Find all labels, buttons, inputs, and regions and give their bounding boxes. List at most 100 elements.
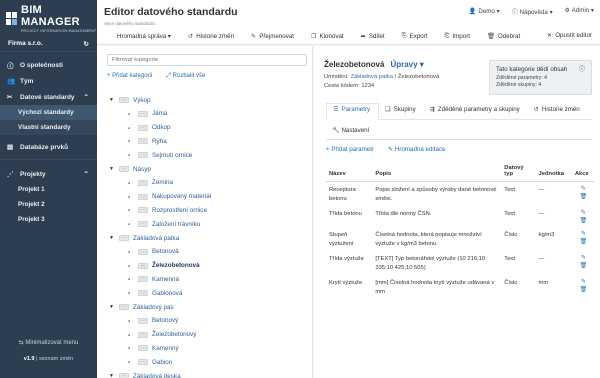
firm-selector[interactable]: Firma s.r.o. ↻ bbox=[0, 36, 97, 52]
edit-icon[interactable]: ✎ bbox=[581, 186, 586, 192]
tab-inherited[interactable]: ⇶ Zděděné parametry a skupiny bbox=[424, 103, 528, 119]
node-menu-button[interactable]: ··· bbox=[119, 235, 129, 241]
node-menu-button[interactable]: ··· bbox=[138, 262, 148, 269]
tree-item[interactable]: ● ··· Gabion bbox=[128, 356, 172, 368]
admin-menu[interactable]: ⚙ Admin ▾ bbox=[565, 7, 594, 16]
tree-item[interactable]: ● ··· Železobetonová bbox=[128, 260, 200, 272]
node-menu-button[interactable]: ··· bbox=[138, 152, 148, 159]
tree-item[interactable]: ● ··· Rozprostření ornice bbox=[128, 204, 207, 216]
history-button[interactable]: ↺ Historie změn bbox=[188, 32, 234, 40]
tree-item[interactable]: ● ··· Betonová bbox=[128, 246, 179, 258]
chevron-down-icon[interactable]: ▼ bbox=[109, 235, 119, 241]
sidebar-item-company[interactable]: ⓘ O společnosti bbox=[0, 57, 97, 73]
tree-item[interactable]: ● ··· Založení trávníku bbox=[128, 218, 200, 230]
share-button[interactable]: ➦ Sdílet bbox=[361, 32, 385, 40]
node-menu-button[interactable]: ··· bbox=[119, 166, 129, 172]
node-menu-button[interactable]: ··· bbox=[138, 359, 148, 366]
node-menu-button[interactable]: ··· bbox=[138, 290, 148, 297]
edit-icon[interactable]: ✎ bbox=[581, 255, 586, 261]
trash-icon[interactable]: 🗑 bbox=[580, 239, 588, 245]
add-parameter-button[interactable]: + Přidat parametr bbox=[326, 146, 374, 153]
tab-settings[interactable]: 🔧 Nastavení bbox=[332, 126, 369, 134]
export-button[interactable]: ⎘ Export bbox=[402, 32, 428, 40]
logo[interactable]: BIM MANAGER PROJECT INFORMATION MANAGEME… bbox=[0, 0, 97, 36]
tree-group[interactable]: ▼ ··· Základový pas bbox=[109, 301, 174, 313]
tree-item[interactable]: ● ··· Odkop bbox=[128, 122, 171, 134]
tree-item[interactable]: ● ··· Rýha bbox=[128, 135, 167, 147]
exit-editor-button[interactable]: ✕ Opustit editor bbox=[547, 32, 592, 39]
tab-history[interactable]: ↺ Historie změn bbox=[528, 103, 588, 119]
tree-group[interactable]: ▼ ··· Násyp bbox=[109, 163, 151, 175]
expand-all-button[interactable]: ⤢ Rozbalit vše bbox=[166, 73, 205, 80]
trash-icon[interactable]: 🗑 bbox=[580, 287, 588, 293]
node-menu-button[interactable]: ··· bbox=[119, 97, 129, 103]
chevron-down-icon[interactable]: ▼ bbox=[109, 373, 119, 378]
tree-item[interactable]: ● ··· Betonový bbox=[128, 315, 178, 327]
node-menu-button[interactable]: ··· bbox=[119, 373, 129, 378]
clone-button[interactable]: ❐ Klonovat bbox=[311, 32, 344, 40]
refresh-icon[interactable]: ↻ bbox=[84, 40, 89, 48]
node-menu-button[interactable]: ··· bbox=[138, 179, 148, 186]
remove-button[interactable]: 🗑 Odebrat bbox=[487, 32, 520, 41]
node-menu-button[interactable]: ··· bbox=[138, 317, 148, 324]
bulk-manage-button[interactable]: Hromadná správa ▾ bbox=[117, 32, 171, 40]
bulk-edit-button[interactable]: ✎ Hromadná editace bbox=[388, 146, 445, 153]
sidebar-item-custom-standards[interactable]: Vlastní standardy bbox=[0, 120, 97, 135]
node-menu-button[interactable]: ··· bbox=[138, 124, 148, 131]
node-menu-button[interactable]: ··· bbox=[119, 304, 129, 310]
node-menu-button[interactable]: ··· bbox=[138, 193, 148, 200]
tree-group[interactable]: ▼ ··· Základová deska bbox=[109, 370, 181, 378]
import-button[interactable]: ⎗ Import bbox=[444, 32, 470, 40]
changelog-link[interactable]: seznam změn bbox=[39, 356, 73, 362]
node-menu-button[interactable]: ··· bbox=[138, 331, 148, 338]
tree-group[interactable]: ▼ ··· Základová patka bbox=[109, 232, 179, 244]
node-menu-button[interactable]: ··· bbox=[138, 110, 148, 117]
help-menu[interactable]: ⓘ Nápověda ▾ bbox=[512, 7, 553, 16]
sidebar-item-team[interactable]: 👥 Tým bbox=[0, 73, 97, 89]
tab-groups[interactable]: ❏ Skupiny bbox=[379, 103, 424, 119]
node-menu-button[interactable]: ··· bbox=[138, 221, 148, 228]
sidebar-item-project-1[interactable]: Projekt 1 bbox=[0, 182, 97, 197]
table-row[interactable]: Krytí výztuže [mm] Číselná hodnota krytí … bbox=[326, 275, 594, 299]
tree-item[interactable]: ● ··· Jáma bbox=[128, 108, 167, 120]
category-filter-input[interactable] bbox=[107, 54, 307, 66]
trash-icon[interactable]: 🗑 bbox=[580, 263, 588, 269]
table-row[interactable]: Třída výztuže [TEXT] Typ betonářské výztu… bbox=[326, 251, 594, 275]
sidebar-item-database[interactable]: ▤ Databáze prvků bbox=[0, 139, 97, 155]
chevron-down-icon[interactable]: ▼ bbox=[109, 97, 119, 103]
tree-item[interactable]: ● ··· Železobetonový bbox=[128, 329, 196, 341]
demo-menu[interactable]: 👤 Demo ▾ bbox=[469, 7, 500, 16]
node-menu-button[interactable]: ··· bbox=[138, 248, 148, 255]
table-row[interactable]: Stupeň vyztužení Číselná hodnota, která p… bbox=[326, 227, 594, 251]
tree-item[interactable]: ● ··· Nakupovaný materiál bbox=[128, 191, 211, 203]
tree-item[interactable]: ● ··· Gabionová bbox=[128, 287, 182, 299]
table-row[interactable]: Třída betonu Třída dle normy ČSN. Text — ✎ 🗑 bbox=[326, 206, 594, 227]
node-menu-button[interactable]: ··· bbox=[138, 345, 148, 352]
chevron-down-icon[interactable]: ▼ bbox=[109, 166, 119, 172]
add-category-button[interactable]: + Přidat kategorii bbox=[107, 73, 152, 80]
tree-item[interactable]: ● ··· Sejmutí ornice bbox=[128, 149, 192, 161]
tree-item[interactable]: ● ··· Kamenný bbox=[128, 342, 179, 354]
minimize-menu-button[interactable]: ⇆ Minimalizovat menu bbox=[0, 339, 97, 346]
node-menu-button[interactable]: ··· bbox=[138, 138, 148, 145]
edit-icon[interactable]: ✎ bbox=[581, 279, 586, 285]
sidebar-item-project-3[interactable]: Projekt 3 bbox=[0, 212, 97, 227]
tree-group[interactable]: ▼ ··· Výkop bbox=[109, 94, 151, 106]
node-menu-button[interactable]: ··· bbox=[138, 207, 148, 214]
node-menu-button[interactable]: ··· bbox=[138, 276, 148, 283]
tree-item[interactable]: ● ··· Kamenná bbox=[128, 273, 179, 285]
sidebar-item-project-2[interactable]: Projekt 2 bbox=[0, 197, 97, 212]
parent-category-link[interactable]: Základová patka bbox=[350, 74, 393, 80]
edit-dropdown[interactable]: Úpravy ▾ bbox=[390, 60, 423, 69]
sidebar-item-projects[interactable]: ⋰ Projekty ⌃ bbox=[0, 166, 97, 182]
edit-icon[interactable]: ✎ bbox=[581, 231, 586, 237]
edit-icon[interactable]: ✎ bbox=[581, 210, 586, 216]
table-row[interactable]: Receptura betonu Popis složení a způsoby … bbox=[326, 182, 594, 207]
trash-icon[interactable]: 🗑 bbox=[580, 218, 588, 224]
tab-parameters[interactable]: ☰ Parametry bbox=[326, 103, 380, 120]
sidebar-item-default-standards[interactable]: Výchozí standardy bbox=[0, 105, 97, 120]
rename-button[interactable]: ✎ Přejmenovat bbox=[251, 32, 294, 40]
sidebar-item-data-standards[interactable]: ✂ Datové standardy ⌃ bbox=[0, 89, 97, 105]
tree-item[interactable]: ● ··· Zemina bbox=[128, 177, 173, 189]
trash-icon[interactable]: 🗑 bbox=[580, 194, 588, 200]
